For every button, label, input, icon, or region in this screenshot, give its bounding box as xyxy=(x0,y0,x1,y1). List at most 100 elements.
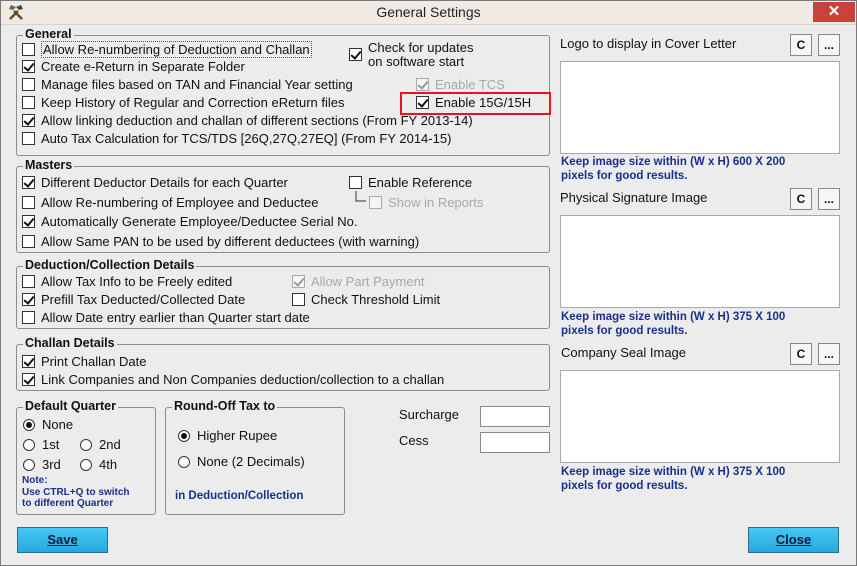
create-ereturn-separate-folder-checkbox[interactable]: Create e-Return in Separate Folder xyxy=(22,59,245,74)
hint-line-1: Keep image size within (W x H) 375 X 100 xyxy=(561,466,786,478)
allow-renumbering-deduction-challan-checkbox[interactable]: Allow Re-numbering of Deduction and Chal… xyxy=(22,41,312,58)
logo-label: Logo to display in Cover Letter xyxy=(560,36,737,51)
radio-dot[interactable] xyxy=(178,455,190,468)
checkbox-box[interactable] xyxy=(22,78,35,91)
signature-clear-button[interactable]: C xyxy=(790,188,812,210)
checkbox-box[interactable] xyxy=(292,293,305,306)
tree-connector-icon xyxy=(355,191,366,202)
logo-browse-button[interactable]: ... xyxy=(818,34,840,56)
checkbox-label: Link Companies and Non Companies deducti… xyxy=(41,372,445,387)
checkbox-box[interactable] xyxy=(22,235,35,248)
note-line-3: to different Quarter xyxy=(22,498,114,509)
checkbox-box[interactable] xyxy=(22,176,35,189)
signature-browse-button[interactable]: ... xyxy=(818,188,840,210)
quarter-4th-radio[interactable]: 4th xyxy=(80,457,117,472)
check-threshold-checkbox[interactable]: Check Threshold Limit xyxy=(292,292,440,307)
quarter-none-radio[interactable]: None xyxy=(23,417,73,432)
checkbox-box[interactable] xyxy=(349,176,362,189)
checkbox-box xyxy=(292,275,305,288)
check-updates-line1: Check for updates xyxy=(368,40,474,55)
hint-line-1: Keep image size within (W x H) 375 X 100 xyxy=(561,311,786,323)
checkbox-label: Auto Tax Calculation for TCS/TDS [26Q,27… xyxy=(41,131,452,146)
radio-dot[interactable] xyxy=(178,429,190,442)
enable-reference-checkbox[interactable]: Enable Reference xyxy=(349,175,472,190)
close-button[interactable]: Close xyxy=(748,527,839,553)
note-line-2: Use CTRL+Q to switch xyxy=(22,486,130,498)
checkbox-label: Manage files based on TAN and Financial … xyxy=(41,77,353,92)
checkbox-box xyxy=(369,196,382,209)
checkbox-label: Enable Reference xyxy=(368,175,473,190)
checkbox-label: Different Deductor Details for each Quar… xyxy=(41,175,288,190)
checkbox-label: Allow Part Payment xyxy=(311,274,425,289)
seal-browse-button[interactable]: ... xyxy=(818,343,840,365)
roundoff-higher-rupee-radio[interactable]: Higher Rupee xyxy=(178,428,277,443)
allow-same-pan-checkbox[interactable]: Allow Same PAN to be used by different d… xyxy=(22,234,419,249)
note-line-1: Note: xyxy=(22,475,48,486)
deduction-group-title: Deduction/Collection Details xyxy=(23,258,197,272)
checkbox-label: Keep History of Regular and Correction e… xyxy=(41,95,345,110)
check-for-updates-checkbox[interactable]: Check for updates on software start xyxy=(349,41,474,69)
roundoff-title: Round-Off Tax to xyxy=(172,399,278,413)
allow-part-payment-checkbox: Allow Part Payment xyxy=(292,274,424,289)
seal-label: Company Seal Image xyxy=(561,345,687,360)
highlight-box xyxy=(400,92,551,115)
radio-dot[interactable] xyxy=(80,458,92,471)
checkbox-label: Allow Re-numbering of Employee and Deduc… xyxy=(41,195,319,210)
checkbox-box[interactable] xyxy=(22,43,35,56)
check-updates-line2: on software start xyxy=(368,54,465,69)
roundoff-none-radio[interactable]: None (2 Decimals) xyxy=(178,454,305,469)
checkbox-label: Enable TCS xyxy=(435,77,505,92)
print-challan-date-checkbox[interactable]: Print Challan Date xyxy=(22,354,147,369)
radio-dot[interactable] xyxy=(80,438,92,451)
checkbox-box[interactable] xyxy=(22,132,35,145)
checkbox-label: Show in Reports xyxy=(388,195,484,210)
checkbox-label: Prefill Tax Deducted/Collected Date xyxy=(41,292,246,307)
checkbox-box[interactable] xyxy=(22,60,35,73)
roundoff-footer: in Deduction/Collection xyxy=(175,490,304,502)
quarter-2nd-radio[interactable]: 2nd xyxy=(80,437,121,452)
quarter-3rd-radio[interactable]: 3rd xyxy=(23,457,61,472)
checkbox-box[interactable] xyxy=(22,196,35,209)
radio-dot[interactable] xyxy=(23,438,35,451)
signature-image-box[interactable] xyxy=(560,215,840,308)
seal-image-box[interactable] xyxy=(560,370,840,463)
checkbox-label: Check for updates on software start xyxy=(368,41,474,69)
save-button[interactable]: Save xyxy=(17,527,108,553)
seal-clear-button[interactable]: C xyxy=(790,343,812,365)
prefill-tax-date-checkbox[interactable]: Prefill Tax Deducted/Collected Date xyxy=(22,292,245,307)
radio-label: Higher Rupee xyxy=(197,428,278,443)
manage-files-tan-fy-checkbox[interactable]: Manage files based on TAN and Financial … xyxy=(22,77,353,92)
allow-tax-info-edit-checkbox[interactable]: Allow Tax Info to be Freely edited xyxy=(22,274,232,289)
quarter-1st-radio[interactable]: 1st xyxy=(23,437,59,452)
cess-input[interactable] xyxy=(480,432,550,453)
checkbox-box[interactable] xyxy=(22,373,35,386)
checkbox-box[interactable] xyxy=(22,355,35,368)
radio-dot[interactable] xyxy=(23,418,35,431)
allow-date-entry-earlier-checkbox[interactable]: Allow Date entry earlier than Quarter st… xyxy=(22,310,310,325)
checkbox-box[interactable] xyxy=(22,275,35,288)
checkbox-box[interactable] xyxy=(22,311,35,324)
logo-image-box[interactable] xyxy=(560,61,840,154)
seal-hint: Keep image size within (W x H) 375 X 100… xyxy=(561,465,785,493)
different-deductor-details-checkbox[interactable]: Different Deductor Details for each Quar… xyxy=(22,175,288,190)
surcharge-input[interactable] xyxy=(480,406,550,427)
allow-linking-deduction-challan-checkbox[interactable]: Allow linking deduction and challan of d… xyxy=(22,113,473,128)
checkbox-box[interactable] xyxy=(22,215,35,228)
link-companies-challan-checkbox[interactable]: Link Companies and Non Companies deducti… xyxy=(22,372,444,387)
radio-dot[interactable] xyxy=(23,458,35,471)
window-close-button[interactable]: ✕ xyxy=(813,2,855,22)
auto-generate-serial-checkbox[interactable]: Automatically Generate Employee/Deductee… xyxy=(22,214,358,229)
radio-label: 2nd xyxy=(99,437,121,452)
checkbox-box xyxy=(416,78,429,91)
checkbox-box[interactable] xyxy=(22,114,35,127)
checkbox-box[interactable] xyxy=(22,96,35,109)
logo-hint: Keep image size within (W x H) 600 X 200… xyxy=(561,155,785,183)
logo-clear-button[interactable]: C xyxy=(790,34,812,56)
checkbox-box[interactable] xyxy=(349,48,362,61)
cess-label: Cess xyxy=(399,433,429,448)
checkbox-box[interactable] xyxy=(22,293,35,306)
allow-renumbering-employee-checkbox[interactable]: Allow Re-numbering of Employee and Deduc… xyxy=(22,195,319,210)
signature-hint: Keep image size within (W x H) 375 X 100… xyxy=(561,310,785,338)
keep-history-ereturn-checkbox[interactable]: Keep History of Regular and Correction e… xyxy=(22,95,344,110)
auto-tax-calculation-checkbox[interactable]: Auto Tax Calculation for TCS/TDS [26Q,27… xyxy=(22,131,451,146)
